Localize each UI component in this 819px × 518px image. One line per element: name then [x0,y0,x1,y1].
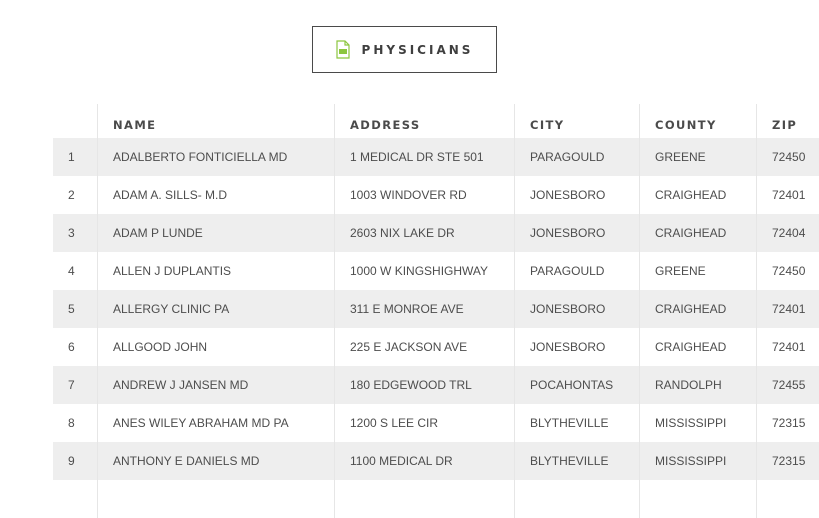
cell-zip: 72450 [757,138,819,176]
table-row[interactable]: 7ANDREW J JANSEN MD180 EDGEWOOD TRLPOCAH… [53,366,819,404]
cell-county: CRAIGHEAD [640,176,757,214]
cell-row-number: 5 [53,290,98,328]
cell-city: JONESBORO [515,214,640,252]
cell-zip: 72401 [757,328,819,366]
cell-address: 1100 MEDICAL DR [335,442,515,480]
cell-zip: 72401 [757,176,819,214]
export-physicians-button[interactable]: PHYSICIANS [312,26,497,73]
cell-zip: 72450 [757,252,819,290]
cell-county: CRAIGHEAD [640,214,757,252]
cell-row-number: 4 [53,252,98,290]
cell-zip: 72404 [757,214,819,252]
export-button-label: PHYSICIANS [362,43,474,57]
cell-city: JONESBORO [515,328,640,366]
table-row[interactable]: 9ANTHONY E DANIELS MD1100 MEDICAL DRBLYT… [53,442,819,480]
table-row[interactable]: 8ANES WILEY ABRAHAM MD PA1200 S LEE CIRB… [53,404,819,442]
cell-county: MISSISSIPPI [640,404,757,442]
cell-address: 1003 WINDOVER RD [335,176,515,214]
cell-zip: 72455 [757,366,819,404]
cell-name: ANTHONY E DANIELS MD [98,442,335,480]
cell-city: BLYTHEVILLE [515,442,640,480]
cell-county: MISSISSIPPI [640,442,757,480]
cell-row-number: 9 [53,442,98,480]
table-row[interactable]: 3ADAM P LUNDE2603 NIX LAKE DRJONESBOROCR… [53,214,819,252]
cell-zip: 72315 [757,404,819,442]
cell-city: POCAHONTAS [515,366,640,404]
cell-city: BLYTHEVILLE [515,404,640,442]
header-county[interactable]: COUNTY [640,104,757,138]
cell-name: ADALBERTO FONTICIELLA MD [98,138,335,176]
cell-row-number: 8 [53,404,98,442]
cell-name: ALLEN J DUPLANTIS [98,252,335,290]
table-row[interactable]: 2ADAM A. SILLS- M.D1003 WINDOVER RDJONES… [53,176,819,214]
header-row-number [53,104,98,138]
cell-address: 1 MEDICAL DR STE 501 [335,138,515,176]
cell-name: ANES WILEY ABRAHAM MD PA [98,404,335,442]
cell-name: ADAM P LUNDE [98,214,335,252]
cell-address: 180 EDGEWOOD TRL [335,366,515,404]
cell-county: CRAIGHEAD [640,290,757,328]
cell-address: 1000 W KINGSHIGHWAY [335,252,515,290]
cell-city: PARAGOULD [515,138,640,176]
table-row[interactable]: 4ALLEN J DUPLANTIS1000 W KINGSHIGHWAYPAR… [53,252,819,290]
cell-county: CRAIGHEAD [640,328,757,366]
cell-row-number: 3 [53,214,98,252]
cell-city: PARAGOULD [515,252,640,290]
cell-city: JONESBORO [515,290,640,328]
header-city[interactable]: CITY [515,104,640,138]
cell-row-number: 7 [53,366,98,404]
physicians-table: NAME ADDRESS CITY COUNTY ZIP 1ADALBERTO … [53,104,758,518]
cell-address: 225 E JACKSON AVE [335,328,515,366]
table-row[interactable]: 5ALLERGY CLINIC PA311 E MONROE AVEJONESB… [53,290,819,328]
table-header-row: NAME ADDRESS CITY COUNTY ZIP [53,104,819,138]
cell-name: ALLGOOD JOHN [98,328,335,366]
cell-address: 311 E MONROE AVE [335,290,515,328]
cell-address: 1200 S LEE CIR [335,404,515,442]
cell-county: RANDOLPH [640,366,757,404]
cell-row-number: 1 [53,138,98,176]
cell-county: GREENE [640,138,757,176]
cell-county: GREENE [640,252,757,290]
cell-name: ANDREW J JANSEN MD [98,366,335,404]
cell-zip: 72401 [757,290,819,328]
cell-address: 2603 NIX LAKE DR [335,214,515,252]
header-zip[interactable]: ZIP [757,104,819,138]
cell-row-number: 2 [53,176,98,214]
cell-name: ALLERGY CLINIC PA [98,290,335,328]
csv-file-icon [336,40,350,59]
header-name[interactable]: NAME [98,104,335,138]
header-address[interactable]: ADDRESS [335,104,515,138]
table-row[interactable]: 6ALLGOOD JOHN225 E JACKSON AVEJONESBOROC… [53,328,819,366]
table-row[interactable]: 1ADALBERTO FONTICIELLA MD1 MEDICAL DR ST… [53,138,819,176]
cell-row-number: 6 [53,328,98,366]
cell-name: ADAM A. SILLS- M.D [98,176,335,214]
cell-city: JONESBORO [515,176,640,214]
cell-zip: 72315 [757,442,819,480]
